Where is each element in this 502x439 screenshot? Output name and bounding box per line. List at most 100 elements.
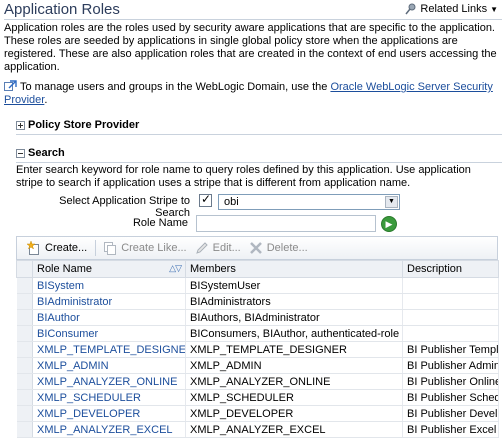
row-selector[interactable]: [16, 357, 33, 374]
table-row[interactable]: XMLP_ANALYZER_ONLINE XMLP_ANALYZER_ONLINE…: [16, 373, 499, 390]
create-button[interactable]: Create...: [27, 241, 95, 255]
members-cell: XMLP_ANALYZER_ONLINE: [185, 373, 403, 390]
create-like-label[interactable]: Create Like...: [121, 242, 186, 254]
row-selector[interactable]: [16, 277, 33, 294]
edit-button[interactable]: Edit...: [195, 241, 249, 255]
table-row[interactable]: BIAuthor BIAuthors, BIAdministrator: [16, 309, 499, 326]
stripe-select[interactable]: obi ▼: [218, 194, 400, 210]
row-selector[interactable]: [16, 293, 33, 310]
description-cell: [402, 309, 499, 326]
row-selector[interactable]: [16, 373, 33, 390]
related-links-menu[interactable]: Related Links ▼: [405, 3, 498, 15]
description-cell: BI Publisher Templ: [402, 341, 499, 358]
stripe-label: Select Application Stripe to Search: [59, 195, 190, 219]
description-cell: [402, 293, 499, 310]
members-cell: XMLP_ADMIN: [185, 357, 403, 374]
toolbar-separator: [95, 240, 97, 256]
role-name-cell: BIAuthor: [32, 309, 186, 326]
description-cell: BI Publisher Excel: [402, 421, 499, 438]
table-row[interactable]: XMLP_SCHEDULER XMLP_SCHEDULER BI Publisher…: [16, 389, 499, 406]
role-name-cell: BISystem: [32, 277, 186, 294]
related-links-label[interactable]: Related Links: [420, 3, 487, 15]
members-cell: XMLP_ANALYZER_EXCEL: [185, 421, 403, 438]
row-selector[interactable]: [16, 389, 33, 406]
row-selector-header: [16, 260, 33, 278]
role-name-input[interactable]: [196, 215, 376, 232]
chevron-down-icon[interactable]: ▼: [385, 196, 398, 208]
role-link[interactable]: BISystem: [37, 280, 84, 292]
members-cell: XMLP_DEVELOPER: [185, 405, 403, 422]
row-selector[interactable]: [16, 309, 33, 326]
role-link[interactable]: XMLP_ANALYZER_EXCEL: [37, 424, 173, 436]
delete-icon: [249, 242, 262, 254]
table-toolbar: Create... Create Like... Edit... Delete.…: [16, 236, 498, 260]
row-selector[interactable]: [16, 421, 33, 438]
roles-table: Role Name △▽ Members Description BISyste…: [16, 260, 499, 438]
description-cell: BI Publisher Sched: [402, 389, 499, 406]
table-row[interactable]: XMLP_ANALYZER_EXCEL XMLP_ANALYZER_EXCEL BI…: [16, 421, 499, 438]
policy-store-section-toggle[interactable]: Policy Store Provider: [16, 119, 139, 131]
search-section-title[interactable]: Search: [28, 147, 65, 159]
members-cell: BIAuthors, BIAdministrator: [185, 309, 403, 326]
role-link[interactable]: BIAdministrator: [37, 296, 112, 308]
policy-store-section-title[interactable]: Policy Store Provider: [28, 119, 139, 131]
role-link[interactable]: XMLP_SCHEDULER: [37, 392, 141, 404]
external-link-icon: [4, 80, 17, 91]
column-header-members[interactable]: Members: [185, 260, 403, 278]
table-header-row: Role Name △▽ Members Description: [16, 260, 499, 278]
info-suffix: .: [44, 94, 48, 106]
role-link[interactable]: BIAuthor: [37, 312, 80, 324]
copy-icon: [104, 242, 117, 255]
section-divider: [16, 162, 502, 163]
page-title: Application Roles: [4, 1, 120, 18]
stripe-checkbox[interactable]: ✓: [199, 192, 212, 207]
role-link[interactable]: XMLP_DEVELOPER: [37, 408, 140, 420]
search-go-button[interactable]: ▶: [381, 216, 397, 232]
row-selector[interactable]: [16, 405, 33, 422]
search-description: Enter search keyword for role name to qu…: [16, 164, 471, 189]
section-divider: [16, 134, 502, 135]
role-link[interactable]: XMLP_ADMIN: [37, 360, 109, 372]
role-name-cell: BIAdministrator: [32, 293, 186, 310]
collapse-icon[interactable]: [16, 148, 25, 158]
description-cell: [402, 325, 499, 342]
create-like-button[interactable]: Create Like...: [103, 241, 194, 255]
search-section-toggle[interactable]: Search: [16, 147, 65, 159]
role-link[interactable]: BIConsumer: [37, 328, 98, 340]
role-name-label: Role Name: [132, 217, 188, 229]
members-cell: BIAdministrators: [185, 293, 403, 310]
table-row[interactable]: BISystem BISystemUser: [16, 277, 499, 294]
role-name-cell: XMLP_DEVELOPER: [32, 405, 186, 422]
column-header-role-name[interactable]: Role Name △▽: [32, 260, 186, 278]
table-row[interactable]: XMLP_TEMPLATE_DESIGNER XMLP_TEMPLATE_DESI…: [16, 341, 499, 358]
delete-label[interactable]: Delete...: [267, 242, 308, 254]
role-name-cell: XMLP_TEMPLATE_DESIGNER: [32, 341, 186, 358]
create-label[interactable]: Create...: [45, 242, 87, 254]
role-name-header-label[interactable]: Role Name: [37, 263, 92, 275]
table-row[interactable]: BIConsumer BIConsumers, BIAuthor, authent…: [16, 325, 499, 342]
members-cell: BIConsumers, BIAuthor, authenticated-rol…: [185, 325, 403, 342]
description-header-label[interactable]: Description: [407, 263, 462, 275]
role-name-cell: BIConsumer: [32, 325, 186, 342]
table-row[interactable]: XMLP_ADMIN XMLP_ADMIN BI Publisher Admin: [16, 357, 499, 374]
role-link[interactable]: XMLP_ANALYZER_ONLINE: [37, 376, 177, 388]
members-header-label[interactable]: Members: [190, 263, 236, 275]
chevron-down-icon[interactable]: ▼: [490, 5, 498, 14]
description-cell: BI Publisher Admin: [402, 357, 499, 374]
table-row[interactable]: BIAdministrator BIAdministrators: [16, 293, 499, 310]
role-name-cell: XMLP_ADMIN: [32, 357, 186, 374]
pin-icon: [405, 3, 416, 15]
column-header-description[interactable]: Description: [402, 260, 499, 278]
checkmark-icon: ✓: [201, 192, 212, 206]
table-row[interactable]: XMLP_DEVELOPER XMLP_DEVELOPER BI Publisher…: [16, 405, 499, 422]
sort-icon[interactable]: △▽: [169, 263, 182, 274]
pencil-icon: [195, 242, 208, 254]
expand-icon[interactable]: [16, 120, 25, 130]
row-selector[interactable]: [16, 341, 33, 358]
info-line: To manage users and groups in the WebLog…: [4, 80, 498, 107]
row-selector[interactable]: [16, 325, 33, 342]
role-name-cell: XMLP_ANALYZER_EXCEL: [32, 421, 186, 438]
role-link[interactable]: XMLP_TEMPLATE_DESIGNER: [37, 344, 185, 356]
edit-label[interactable]: Edit...: [213, 242, 241, 254]
delete-button[interactable]: Delete...: [249, 241, 316, 255]
